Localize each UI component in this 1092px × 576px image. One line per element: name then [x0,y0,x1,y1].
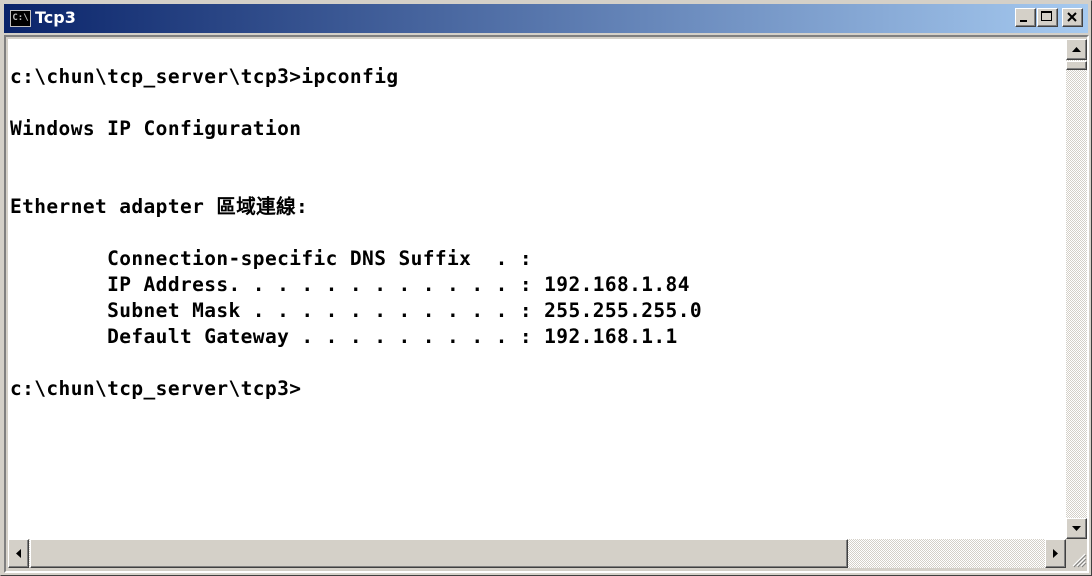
console-line: Windows IP Configuration [10,117,302,140]
console-line: c:\chun\tcp_server\tcp3>ipconfig [10,65,399,88]
console-output[interactable]: c:\chun\tcp_server\tcp3>ipconfig Windows… [8,39,1066,539]
scroll-right-button[interactable] [1045,539,1066,568]
maximize-button[interactable] [1037,8,1058,27]
resize-grip-icon [1072,553,1087,568]
console-window: C:\ Tcp3 c:\chun\tcp_server\tcp3>ipconfi… [0,0,1092,576]
horizontal-scrollbar[interactable] [8,539,1066,568]
console-line: c:\chun\tcp_server\tcp3> [10,377,302,400]
console-line: Subnet Mask . . . . . . . . . . . : 255.… [10,299,702,322]
vertical-scroll-thumb[interactable] [1066,61,1087,70]
minimize-button[interactable] [1015,8,1036,27]
arrow-up-icon [1072,47,1081,52]
maximize-icon [1041,11,1052,21]
window-title: Tcp3 [35,8,76,27]
close-button[interactable] [1062,8,1083,27]
horizontal-scroll-thumb[interactable] [30,539,848,568]
minimize-icon [1020,20,1027,22]
vertical-scrollbar[interactable] [1066,39,1087,539]
scroll-up-button[interactable] [1066,39,1087,60]
title-bar[interactable]: C:\ Tcp3 [4,4,1088,33]
console-line: Ethernet adapter 區域連線: [10,195,309,218]
scroll-down-button[interactable] [1066,518,1087,539]
console-line: IP Address. . . . . . . . . . . . : 192.… [10,273,690,296]
close-icon [1067,12,1077,22]
scroll-left-button[interactable] [8,539,29,568]
console-client-area: c:\chun\tcp_server\tcp3>ipconfig Windows… [4,35,1089,573]
arrow-right-icon [1053,549,1058,558]
console-line: Connection-specific DNS Suffix . : [10,247,533,270]
arrow-down-icon [1072,526,1081,531]
arrow-left-icon [16,549,21,558]
console-line: Default Gateway . . . . . . . . . : 192.… [10,325,678,348]
cmd-icon[interactable]: C:\ [10,10,31,27]
resize-grip[interactable] [1066,539,1087,568]
